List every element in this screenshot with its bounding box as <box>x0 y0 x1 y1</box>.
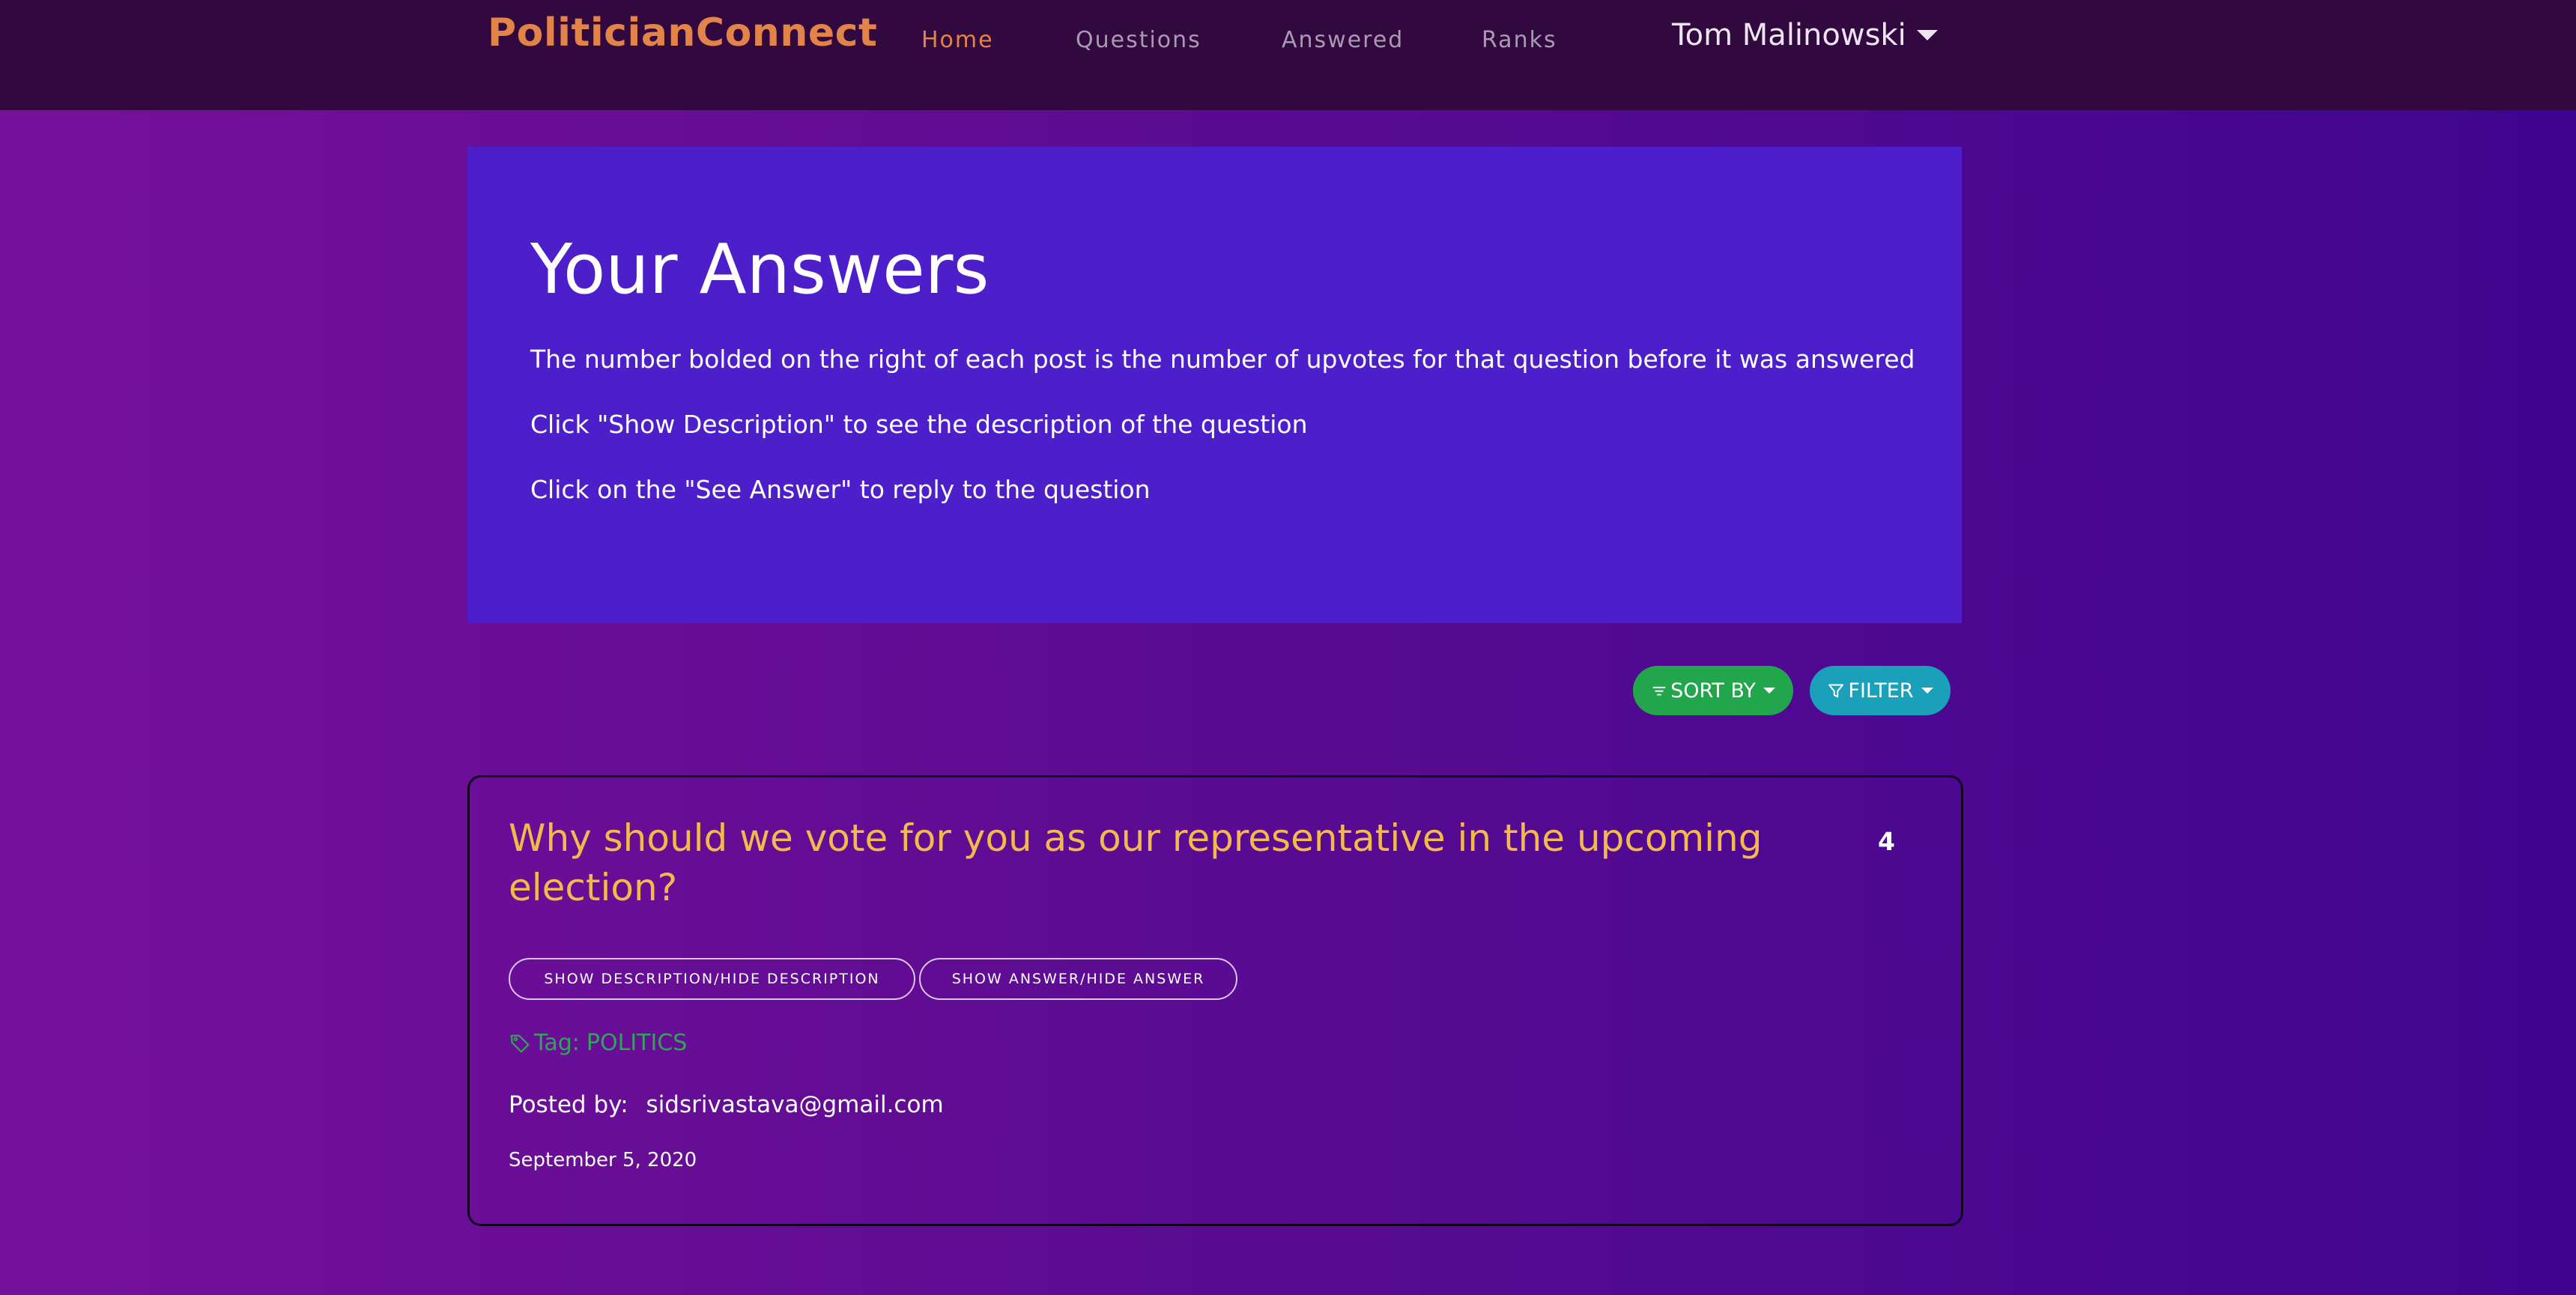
filter-label: FILTER <box>1848 679 1914 703</box>
question-tag: Tag: POLITICS <box>509 1030 687 1056</box>
tag-value: POLITICS <box>586 1030 688 1056</box>
caret-down-icon <box>1921 688 1933 694</box>
filter-button[interactable]: FILTER <box>1810 666 1951 715</box>
instruction-line: The number bolded on the right of each p… <box>530 345 1915 374</box>
toggle-answer-button[interactable]: Show Answer/Hide Answer <box>919 958 1237 1000</box>
nav-link-answered[interactable]: Answered <box>1282 27 1404 53</box>
nav-link-home[interactable]: Home <box>921 27 994 53</box>
question-title[interactable]: Why should we vote for you as our repres… <box>509 813 1782 912</box>
toggle-description-button[interactable]: Show Description/Hide Description <box>509 958 915 1000</box>
instruction-line: Click "Show Description" to see the desc… <box>530 410 1308 439</box>
page-title: Your Answers <box>530 229 990 309</box>
tag-label: Tag: <box>534 1030 580 1056</box>
brand-logo[interactable]: PoliticianConnect <box>488 10 877 55</box>
navbar: PoliticianConnect Home Questions Answere… <box>0 0 2576 110</box>
user-menu-dropdown[interactable]: Tom Malinowski <box>1672 18 1938 52</box>
question-date: September 5, 2020 <box>509 1149 697 1171</box>
caret-down-icon <box>1916 30 1938 40</box>
caret-down-icon <box>1763 688 1775 694</box>
sort-by-label: SORT BY <box>1670 679 1756 703</box>
sort-by-button[interactable]: SORT BY <box>1633 666 1793 715</box>
nav-link-questions[interactable]: Questions <box>1076 27 1201 53</box>
jumbotron: Your Answers The number bolded on the ri… <box>467 147 1962 623</box>
posted-by: Posted by: sidsrivastava@gmail.com <box>509 1091 944 1118</box>
user-name: Tom Malinowski <box>1672 18 1906 52</box>
posted-by-email: sidsrivastava@gmail.com <box>646 1091 944 1118</box>
tag-icon <box>510 1034 530 1052</box>
nav-link-ranks[interactable]: Ranks <box>1482 27 1557 53</box>
upvote-count: 4 <box>1878 827 1895 856</box>
sort-icon <box>1652 686 1666 696</box>
question-card: Why should we vote for you as our repres… <box>467 775 1963 1226</box>
instruction-line: Click on the "See Answer" to reply to th… <box>530 475 1151 504</box>
posted-by-label: Posted by: <box>509 1091 628 1118</box>
filter-icon <box>1828 684 1844 698</box>
